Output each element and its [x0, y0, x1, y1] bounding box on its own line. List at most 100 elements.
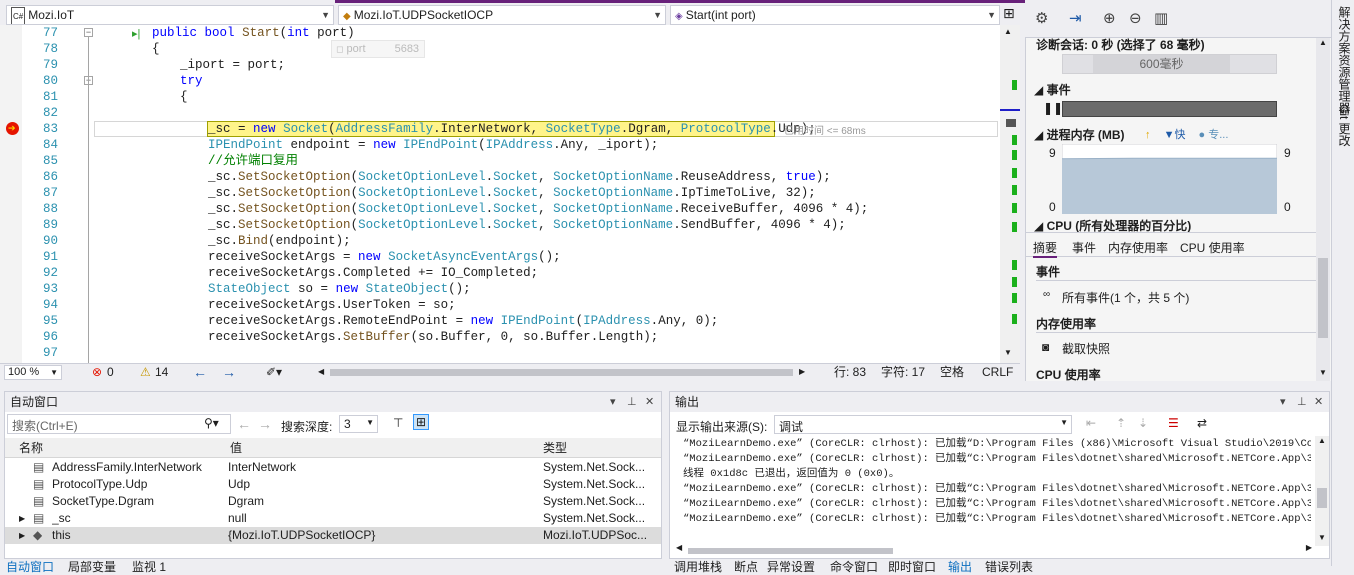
warning-icon[interactable]: ⚠ [140, 364, 151, 380]
timeline-ruler[interactable]: 600毫秒 [1062, 54, 1277, 74]
autos-row[interactable]: ▤ AddressFamily.InterNetwork InterNetwork S… [5, 459, 661, 476]
code-text[interactable]: StateObject so = new StateObject(); [208, 281, 471, 297]
code-line[interactable]: 91 receiveSocketArgs = new SocketAsyncEve… [0, 249, 1000, 265]
line-ending-indicator[interactable]: CRLF [982, 364, 1013, 380]
code-text[interactable]: receiveSocketArgs = new SocketAsyncEvent… [208, 249, 561, 265]
autos-row-value[interactable]: InterNetwork [228, 459, 538, 476]
tab-cpu-usage[interactable]: CPU 使用率 [1180, 239, 1245, 256]
code-text[interactable]: receiveSocketArgs.RemoteEndPoint = new I… [208, 313, 718, 329]
git-changes-tab[interactable]: Git 更改 [1336, 104, 1353, 147]
code-text[interactable]: _sc = new Socket(AddressFamily.InterNetw… [208, 121, 816, 137]
code-line[interactable]: 93 StateObject so = new StateObject(); [0, 281, 1000, 297]
code-text[interactable]: { [152, 41, 160, 57]
take-snapshot-button[interactable]: 截取快照 [1062, 340, 1110, 357]
events-section-title[interactable]: ◢ 事件 [1034, 81, 1071, 98]
code-line[interactable]: 97 [0, 345, 1000, 361]
code-line[interactable]: 90 _sc.Bind(endpoint); [0, 233, 1000, 249]
forward-arrow-icon[interactable]: → [222, 364, 236, 380]
zoom-out-icon[interactable]: ⊖ [1129, 9, 1142, 27]
code-text[interactable]: try [180, 73, 203, 89]
close-icon[interactable]: ✕ [645, 392, 654, 412]
autos-search-input[interactable]: 搜索(Ctrl+E) ⚲▾ [7, 414, 231, 434]
editor-vertical-scrollbar[interactable]: ▲ ▼ [1000, 25, 1020, 363]
zoom-dropdown[interactable]: 100 % ▼ [4, 365, 62, 380]
prev-message-icon[interactable]: ⇡ [1116, 416, 1126, 430]
code-text[interactable]: public bool Start(int port) [152, 25, 355, 41]
search-icon[interactable]: ⚲▾ [204, 416, 219, 430]
all-events-link[interactable]: 所有事件(1 个，共 5 个) [1062, 289, 1189, 306]
code-line[interactable]: 96 receiveSocketArgs.SetBuffer(so.Buffer,… [0, 329, 1000, 345]
expand-arrow-icon[interactable]: ▶ [19, 510, 25, 527]
scroll-thumb[interactable] [688, 548, 893, 554]
next-message-icon[interactable]: ⇣ [1138, 416, 1148, 430]
scroll-thumb[interactable] [330, 369, 793, 376]
zoom-in-icon[interactable]: ⊕ [1103, 9, 1116, 27]
code-text[interactable]: _sc.SetSocketOption(SocketOptionLevel.So… [208, 185, 816, 201]
code-line[interactable]: 94 receiveSocketArgs.UserToken = so; [0, 297, 1000, 313]
tab-memory-usage[interactable]: 内存使用率 [1108, 239, 1168, 256]
diag-vertical-scrollbar[interactable]: ▲ ▼ [1316, 38, 1330, 381]
pause-icon[interactable]: ❚❚ [1043, 101, 1063, 115]
output-source-dropdown[interactable]: 调试 ▼ [774, 415, 1072, 434]
output-line[interactable]: “MoziLearnDemo.exe” (CoreCLR: clrhost): … [683, 452, 1311, 467]
code-text[interactable]: receiveSocketArgs.Completed += IO_Comple… [208, 265, 538, 281]
column-type[interactable]: 类型 [543, 438, 567, 458]
memory-section-title[interactable]: ◢ 进程内存 (MB) [1034, 126, 1125, 143]
bottom-tab[interactable]: 自动窗口 [6, 558, 54, 575]
export-icon[interactable]: ⇥ [1069, 9, 1082, 27]
code-text[interactable]: _sc.Bind(endpoint); [208, 233, 351, 249]
scroll-down-icon[interactable]: ▼ [1318, 533, 1326, 542]
code-line[interactable]: 89 _sc.SetSocketOption(SocketOptionLevel.… [0, 217, 1000, 233]
expand-arrow-icon[interactable]: ▶ [19, 527, 25, 544]
word-wrap-icon[interactable]: ⇄ [1197, 416, 1207, 430]
scroll-down-icon[interactable]: ▼ [1319, 368, 1327, 377]
pin-icon[interactable]: ⊥ [627, 392, 637, 412]
scroll-up-icon[interactable]: ▲ [1004, 27, 1012, 36]
output-line[interactable]: “MoziLearnDemo.exe” (CoreCLR: clrhost): … [683, 437, 1311, 452]
bottom-tab[interactable]: 异常设置 [767, 558, 815, 575]
error-count[interactable]: 0 [107, 364, 114, 380]
column-value[interactable]: 值 [230, 438, 242, 458]
output-vertical-scrollbar[interactable]: ▲ ▼ [1315, 436, 1329, 546]
warning-count[interactable]: 14 [155, 364, 168, 380]
search-depth-dropdown[interactable]: 3 ▼ [339, 415, 378, 433]
chart-icon[interactable]: ▥ [1154, 9, 1168, 27]
code-line[interactable]: 78 { [0, 41, 1000, 57]
scroll-up-icon[interactable]: ▲ [1319, 38, 1327, 47]
code-line[interactable]: 95 receiveSocketArgs.RemoteEndPoint = new… [0, 313, 1000, 329]
code-line[interactable]: 80 try [0, 73, 1000, 89]
clear-all-icon[interactable]: ☰ [1168, 416, 1179, 430]
code-line[interactable]: 77 public bool Start(int port) [0, 25, 1000, 41]
autos-row-value[interactable]: Dgram [228, 493, 538, 510]
code-text[interactable]: receiveSocketArgs.UserToken = so; [208, 297, 456, 313]
output-horizontal-scrollbar[interactable]: ◀ ▶ [676, 543, 1312, 556]
code-line[interactable]: 79 _iport = port; [0, 57, 1000, 73]
bottom-tab[interactable]: 断点 [734, 558, 758, 575]
scroll-right-icon[interactable]: ▶ [1306, 543, 1312, 552]
scroll-left-icon[interactable]: ◀ [318, 364, 324, 380]
bottom-tab[interactable]: 调用堆栈 [674, 558, 722, 575]
code-line[interactable]: 87 _sc.SetSocketOption(SocketOptionLevel.… [0, 185, 1000, 201]
code-text[interactable]: //允许端口复用 [208, 153, 298, 169]
find-in-output-icon[interactable]: ⇤ [1086, 416, 1096, 430]
code-text[interactable]: _sc.SetSocketOption(SocketOptionLevel.So… [208, 169, 831, 185]
scroll-thumb[interactable] [1317, 488, 1327, 508]
autos-row-value[interactable]: {Mozi.IoT.UDPSocketIOCP} [228, 527, 538, 544]
codelens-icon[interactable]: ▸| [132, 27, 140, 40]
scroll-left-icon[interactable]: ◀ [676, 543, 682, 552]
window-menu-icon[interactable]: ▾ [610, 392, 616, 412]
scroll-up-icon[interactable]: ▲ [1318, 436, 1326, 445]
code-line[interactable]: 81 { [0, 89, 1000, 105]
error-icon[interactable]: ⊗ [92, 364, 102, 380]
bottom-tab[interactable]: 命令窗口 [830, 558, 878, 575]
output-line[interactable]: “MoziLearnDemo.exe” (CoreCLR: clrhost): … [683, 482, 1311, 497]
code-text[interactable]: _sc.SetSocketOption(SocketOptionLevel.So… [208, 201, 868, 217]
autos-row-value[interactable]: Udp [228, 476, 538, 493]
output-line[interactable]: “MoziLearnDemo.exe” (CoreCLR: clrhost): … [683, 497, 1311, 512]
perf-tip[interactable]: 已用时间 <= 68ms [784, 122, 866, 137]
bottom-tab[interactable]: 即时窗口 [888, 558, 936, 575]
project-dropdown[interactable]: C# Mozi.IoT ▼ [6, 5, 334, 25]
autos-row[interactable]: ▤ ProtocolType.Udp Udp System.Net.Sock... [5, 476, 661, 493]
scroll-down-icon[interactable]: ▼ [1004, 348, 1012, 357]
bottom-tab[interactable]: 监视 1 [132, 558, 166, 575]
